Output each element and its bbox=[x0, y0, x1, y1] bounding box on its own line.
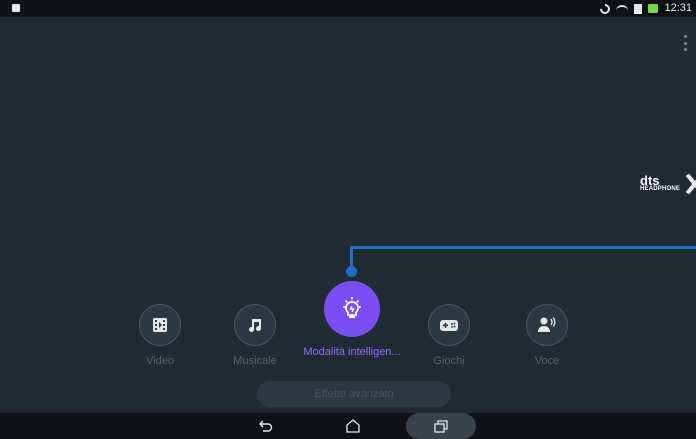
recent-apps-button[interactable] bbox=[430, 413, 452, 439]
status-time: 12:31 bbox=[664, 2, 692, 14]
sim-icon bbox=[634, 3, 643, 14]
wifi-icon bbox=[616, 4, 629, 13]
mode-music[interactable]: Musicale bbox=[227, 304, 283, 367]
mode-voice[interactable]: Voce bbox=[519, 304, 575, 367]
mode-voice-label: Voce bbox=[534, 355, 560, 367]
back-icon bbox=[259, 420, 273, 432]
mode-games-button[interactable] bbox=[428, 304, 470, 346]
mode-video-button[interactable] bbox=[139, 304, 181, 346]
mode-games-label: Giochi bbox=[433, 355, 465, 367]
dts-logo-sub: HEADPHONE bbox=[640, 186, 681, 192]
gamepad-icon bbox=[440, 320, 458, 331]
music-note-icon bbox=[249, 319, 262, 333]
battery-charging-icon bbox=[648, 4, 659, 13]
moon-icon bbox=[598, 1, 613, 16]
mode-games[interactable]: Giochi bbox=[421, 304, 477, 367]
home-button[interactable] bbox=[342, 413, 364, 439]
voice-icon bbox=[538, 317, 556, 332]
status-icons: 12:31 bbox=[598, 0, 692, 17]
mode-smart-label: Modalità intelligen... bbox=[303, 346, 401, 358]
status-bar: 12:31 bbox=[0, 0, 696, 17]
advanced-effect-button[interactable]: Effetto avanzato bbox=[257, 381, 451, 407]
recent-apps-icon bbox=[434, 419, 448, 433]
notification-icon bbox=[12, 4, 20, 12]
advanced-effect-label: Effetto avanzato bbox=[314, 388, 394, 400]
dts-headphone-x-logo: dts HEADPHONE bbox=[640, 170, 696, 198]
mode-music-label: Musicale bbox=[233, 355, 277, 367]
mode-video-label: Video bbox=[146, 355, 174, 367]
connector-line-horizontal bbox=[350, 246, 696, 249]
dts-x-icon bbox=[684, 173, 696, 195]
mode-smart[interactable]: Modalità intelligen... bbox=[302, 281, 402, 358]
mode-voice-button[interactable] bbox=[526, 304, 568, 346]
back-button[interactable] bbox=[255, 413, 277, 439]
connector-dot bbox=[346, 266, 357, 277]
home-icon bbox=[346, 419, 360, 433]
mode-video[interactable]: Video bbox=[132, 304, 188, 367]
mode-music-button[interactable] bbox=[234, 304, 276, 346]
more-vert-icon[interactable] bbox=[682, 35, 688, 51]
lightbulb-icon bbox=[343, 297, 361, 318]
video-icon bbox=[153, 318, 167, 332]
mode-smart-button[interactable] bbox=[324, 281, 380, 337]
